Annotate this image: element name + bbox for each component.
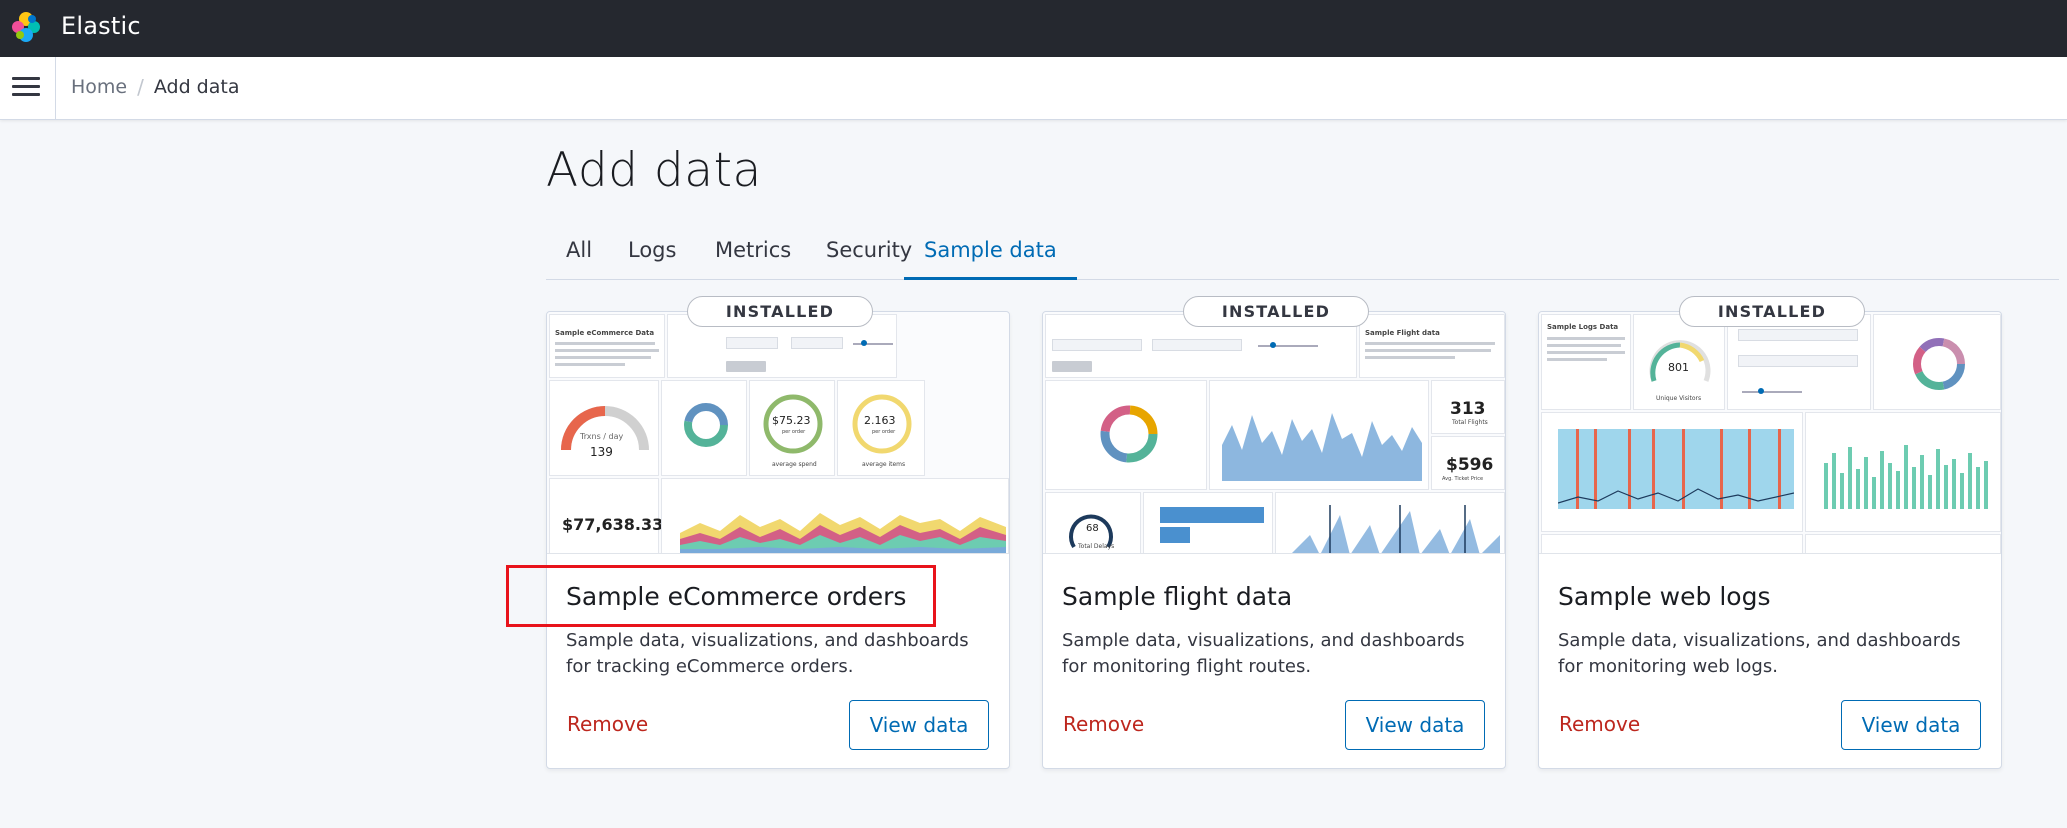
thumb-heading: Sample Flight data <box>1365 329 1440 337</box>
gauge-label: Trxns / day <box>580 432 624 441</box>
sample-card-weblogs: INSTALLED Sample Logs Data 801 Unique Vi… <box>1538 296 2002 769</box>
thumb-delays: 68 Total Delays <box>1045 492 1141 553</box>
tab-sample-data[interactable]: Sample data <box>904 238 1077 280</box>
avg-qty-caption: average items <box>862 461 906 468</box>
card-title[interactable]: Sample eCommerce orders <box>566 582 906 611</box>
avg-qty-value: 2.163 <box>864 414 896 427</box>
dashboard-thumbnail: Sample eCommerce Data Trxns / day 139 $7… <box>547 312 1009 554</box>
thumb-visitors-gauge: 801 Unique Visitors <box>1633 314 1725 410</box>
elastic-logo-icon[interactable] <box>10 11 42 43</box>
breadcrumb: Home / Add data <box>71 75 239 99</box>
breadcrumb-home-link[interactable]: Home <box>71 76 127 98</box>
total-flights-value: 313 <box>1450 399 1486 419</box>
thumb-panel: Sample eCommerce Data <box>549 314 665 378</box>
delays-label: Total Delays <box>1078 543 1115 550</box>
top-header: Elastic <box>0 0 2067 57</box>
breadcrumb-bar: Home / Add data <box>0 57 2067 120</box>
thumb-visitors-bars <box>1805 412 2001 532</box>
view-data-button[interactable]: View data <box>1345 700 1485 750</box>
card-title[interactable]: Sample web logs <box>1558 582 1770 611</box>
breadcrumb-separator: / <box>137 75 144 99</box>
installed-badge: INSTALLED <box>687 296 873 327</box>
thumb-markdown: Sample Flight data <box>1359 314 1505 378</box>
avg-ticket-value: $596 <box>1446 455 1494 475</box>
revenue-value: $77,638.33 <box>562 515 664 534</box>
tab-bar: All Logs Metrics Security Sample data <box>546 232 2059 280</box>
thumb-total-flights: 313 Total Flights <box>1431 380 1505 434</box>
menu-hamburger-icon[interactable] <box>12 77 40 99</box>
tab-logs[interactable]: Logs <box>628 238 676 280</box>
dashboard-thumbnail: Sample Logs Data 801 Unique Visitors <box>1539 312 2001 554</box>
sample-card-ecommerce: INSTALLED Sample eCommerce Data Trxns / … <box>546 296 1010 769</box>
remove-link[interactable]: Remove <box>567 712 648 736</box>
breadcrumb-current: Add data <box>153 76 240 98</box>
thumb-os-donut <box>1873 314 2001 410</box>
thumb-hosts-table <box>1805 534 2001 553</box>
total-flights-label: Total Flights <box>1452 419 1488 426</box>
brand-name: Elastic <box>61 12 141 40</box>
thumb-avg-qty-panel: 2.163 per order average items <box>837 380 925 476</box>
view-data-button[interactable]: View data <box>849 700 989 750</box>
tab-security[interactable]: Security <box>826 238 912 280</box>
avg-qty-sub: per order <box>872 429 896 435</box>
installed-badge: INSTALLED <box>1679 296 1865 327</box>
card-title[interactable]: Sample flight data <box>1062 582 1292 611</box>
visitors-value: 801 <box>1668 361 1689 374</box>
thumb-heading: Sample eCommerce Data <box>555 329 655 337</box>
thumb-file-type-panel <box>1541 534 1803 553</box>
thumb-avg-price-panel: $75.23 per order average spend <box>749 380 835 476</box>
avg-price-value: $75.23 <box>772 414 811 427</box>
thumb-response-codes <box>1541 412 1803 532</box>
tab-metrics[interactable]: Metrics <box>715 238 791 280</box>
delays-value: 68 <box>1086 523 1099 534</box>
avg-price-sub: per order <box>782 429 806 435</box>
thumb-avg-ticket: $596 Avg. Ticket Price <box>1431 436 1505 490</box>
thumb-heading: Sample Logs Data <box>1547 323 1619 331</box>
thumb-controls <box>1727 314 1871 410</box>
thumb-gauge-panel: Trxns / day 139 <box>549 380 659 476</box>
view-data-button[interactable]: View data <box>1841 700 1981 750</box>
divider <box>55 57 56 120</box>
tab-all[interactable]: All <box>566 238 592 280</box>
avg-ticket-label: Avg. Ticket Price <box>1442 476 1484 482</box>
page-title: Add data <box>546 143 762 198</box>
gauge-value: 139 <box>590 445 613 459</box>
installed-badge: INSTALLED <box>1183 296 1369 327</box>
visitors-label: Unique Visitors <box>1656 395 1702 402</box>
thumb-donut-panel <box>661 380 747 476</box>
card-description: Sample data, visualizations, and dashboa… <box>1558 630 1961 677</box>
thumb-markdown: Sample Logs Data <box>1541 314 1631 410</box>
thumb-delay-line-chart <box>1275 492 1505 553</box>
dashboard-thumbnail: Sample Flight data 313 Total Flights $59… <box>1043 312 1505 554</box>
remove-link[interactable]: Remove <box>1559 712 1640 736</box>
thumb-flight-area-chart <box>1209 380 1429 490</box>
card-description: Sample data, visualizations, and dashboa… <box>1062 630 1465 677</box>
thumb-delay-bars <box>1143 492 1273 553</box>
thumb-revenue-panel: $77,638.33 <box>549 478 663 553</box>
thumb-area-chart-panel <box>661 478 1009 553</box>
thumb-carrier-donut <box>1045 380 1207 490</box>
remove-link[interactable]: Remove <box>1063 712 1144 736</box>
sample-card-flights: INSTALLED Sample Flight data 313 Total F… <box>1042 296 1506 769</box>
avg-price-caption: average spend <box>772 461 817 468</box>
card-description: Sample data, visualizations, and dashboa… <box>566 630 969 677</box>
